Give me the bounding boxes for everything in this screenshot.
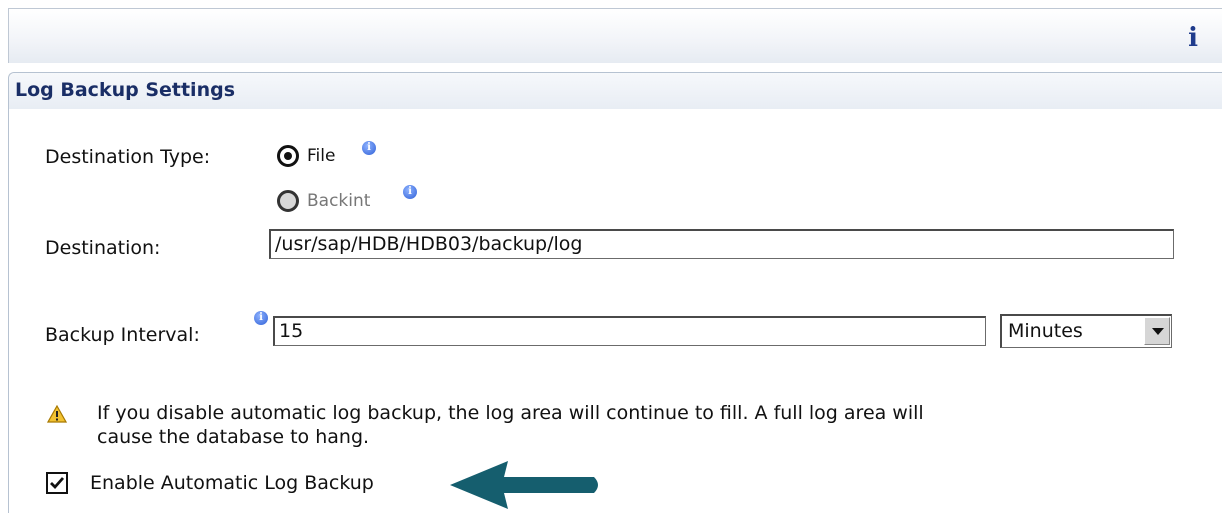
checkmark-icon xyxy=(50,477,65,490)
panel-title: Log Backup Settings xyxy=(15,79,236,101)
destination-label: Destination: xyxy=(45,237,161,259)
backint-radio-label[interactable]: Backint xyxy=(307,191,370,211)
interval-unit-select[interactable]: Minutes xyxy=(1000,314,1172,348)
panel-header: Log Backup Settings xyxy=(9,73,1222,109)
destination-type-label: Destination Type: xyxy=(45,146,211,168)
backint-info-icon[interactable]: i xyxy=(403,185,417,199)
backup-interval-input[interactable]: 15 xyxy=(273,316,986,346)
top-toolbar: i xyxy=(8,8,1222,63)
backup-interval-label: Backup Interval: xyxy=(45,324,200,346)
backup-interval-info-icon[interactable]: i xyxy=(254,311,268,325)
file-info-icon[interactable]: i xyxy=(362,141,376,155)
warning-text-line1: If you disable automatic log backup, the… xyxy=(97,402,924,424)
chevron-down-icon[interactable] xyxy=(1144,317,1170,345)
enable-auto-backup-label[interactable]: Enable Automatic Log Backup xyxy=(90,472,374,494)
file-radio[interactable] xyxy=(277,145,299,167)
interval-unit-value: Minutes xyxy=(1008,320,1083,342)
info-icon[interactable]: i xyxy=(1188,23,1198,53)
warning-text-line2: cause the database to hang. xyxy=(97,426,370,448)
file-radio-label[interactable]: File xyxy=(307,146,335,166)
enable-auto-backup-checkbox[interactable] xyxy=(46,472,68,494)
arrow-icon xyxy=(450,461,598,509)
destination-input[interactable]: /usr/sap/HDB/HDB03/backup/log xyxy=(269,229,1174,259)
warning-icon xyxy=(47,405,67,423)
backint-radio[interactable] xyxy=(277,190,299,212)
